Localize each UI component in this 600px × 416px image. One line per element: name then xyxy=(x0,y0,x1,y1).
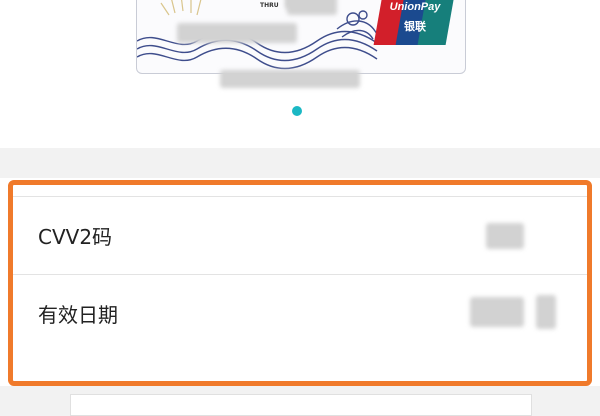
pager-dot-active[interactable] xyxy=(292,106,302,116)
card-name-blur xyxy=(220,70,360,88)
bank-card-image[interactable]: VALID THRU UnionPay 银联 xyxy=(136,0,466,74)
unionpay-logo: UnionPay 银联 xyxy=(373,0,455,45)
next-section-edge xyxy=(70,394,532,416)
expiry-blur xyxy=(287,0,337,15)
card-holder-blur xyxy=(177,23,297,43)
highlight-frame xyxy=(8,180,592,386)
valid-thru-label: VALID THRU xyxy=(260,0,280,9)
